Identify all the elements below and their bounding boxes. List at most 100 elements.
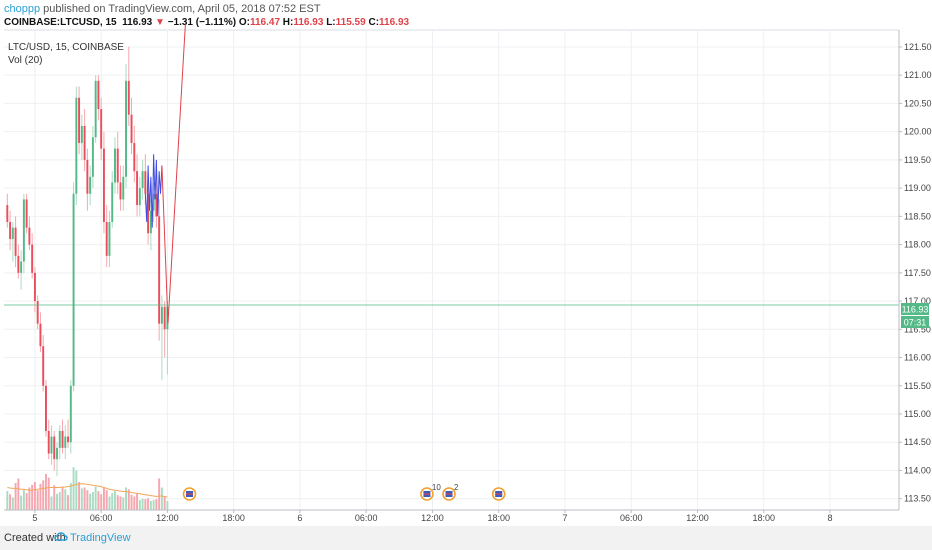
candle-body — [47, 430, 50, 454]
y-tick-label: 113.50 — [904, 494, 931, 504]
volume-bar — [64, 489, 67, 510]
candle-body — [138, 188, 141, 206]
y-tick-label: 119.50 — [904, 155, 931, 165]
candle-body — [58, 430, 61, 448]
volume-bar — [9, 494, 12, 510]
volume-bar — [39, 483, 42, 510]
volume-bar — [11, 497, 14, 510]
volume-bar — [28, 487, 31, 510]
x-tick-label: 12:00 — [156, 513, 179, 523]
volume-bar — [83, 487, 86, 510]
y-tick-label: 119.00 — [904, 183, 931, 193]
candle-body — [11, 227, 14, 239]
volume-bar — [166, 501, 169, 510]
grid-lines — [4, 29, 899, 510]
x-tick-label: 06:00 — [620, 513, 643, 523]
volume-bar — [133, 496, 136, 510]
candle-body — [100, 109, 103, 149]
legend-volume: Vol (20) — [8, 55, 43, 66]
candle-body — [33, 272, 36, 302]
volume-bar — [78, 482, 81, 510]
volume-bar — [155, 499, 158, 510]
candle-body — [160, 306, 163, 324]
candle-body — [6, 205, 9, 222]
x-tick-label: 12:00 — [686, 513, 709, 523]
y-tick-label: 117.50 — [904, 268, 931, 278]
candle-series — [6, 46, 169, 477]
candle-body — [28, 227, 31, 245]
price-axis[interactable]: 113.50 114.00 114.50 115.00 115.50 116.00 116.… — [898, 30, 932, 510]
candle-body — [136, 171, 139, 206]
volume-bar — [122, 497, 125, 510]
x-tick-label: 18:00 — [487, 513, 510, 523]
volume-bar — [50, 496, 53, 510]
event-markers[interactable]: 10 2 — [182, 483, 506, 501]
candle-body — [64, 436, 67, 448]
x-tick-label: 5 — [32, 513, 37, 523]
volume-bar — [80, 488, 83, 510]
volume-bar — [105, 490, 108, 510]
candle-body — [158, 216, 161, 324]
candle-body — [125, 80, 127, 177]
candle-body — [94, 80, 97, 138]
candle-body — [141, 171, 144, 189]
volume-bar — [69, 483, 72, 510]
x-tick-label: 7 — [562, 513, 567, 523]
volume-bar — [116, 495, 119, 510]
tradingview-cloud-icon — [54, 532, 68, 541]
candle-body — [50, 436, 53, 454]
volume-bar — [75, 470, 78, 510]
candle-body — [144, 171, 147, 194]
candle-body — [17, 255, 20, 273]
volume-bar — [22, 489, 25, 510]
volume-bar — [56, 493, 58, 510]
x-tick-label: 06:00 — [90, 513, 113, 523]
price-chart[interactable]: 10 2 113.50 114.00 114.50 115.00 115.50 116.00… — [0, 0, 932, 526]
volume-bar — [42, 480, 45, 510]
y-tick-label: 121.00 — [904, 70, 932, 80]
candle-body — [102, 148, 105, 222]
volume-bar — [108, 496, 111, 510]
x-tick-label: 8 — [827, 513, 832, 523]
chart-legend: LTC/USD, 15, COINBASE Vol (20) — [8, 41, 124, 67]
volume-bar — [136, 493, 139, 510]
candle-body — [31, 244, 34, 273]
candle-body — [130, 114, 133, 143]
volume-bar — [58, 492, 61, 510]
volume-bar — [20, 495, 23, 510]
candle-body — [42, 346, 45, 386]
legend-symbol: LTC/USD, 15, COINBASE — [8, 42, 124, 53]
candle-body — [108, 222, 111, 256]
volume-bar — [6, 491, 9, 510]
candle-body — [111, 182, 114, 222]
volume-bar — [141, 498, 144, 510]
volume-bar — [158, 478, 161, 510]
footer-brand-link[interactable]: TradingView — [70, 532, 131, 544]
axis-price-labels: 116.93 07:31 — [901, 303, 929, 328]
candle-body — [20, 261, 23, 273]
volume-bar — [91, 492, 94, 510]
volume-bar — [144, 499, 147, 510]
volume-bar — [125, 487, 127, 510]
candle-body — [36, 301, 39, 324]
candle-body — [75, 97, 78, 194]
volume-bar — [33, 482, 36, 510]
time-axis[interactable]: 5 06:00 12:00 18:00 6 06:00 12:00 18:00 7 06:00 12… — [4, 509, 899, 523]
countdown-label: 07:31 — [904, 318, 927, 328]
x-tick-label: 18:00 — [222, 513, 245, 523]
volume-bar — [72, 467, 75, 510]
y-tick-label: 114.00 — [904, 465, 931, 475]
candle-body — [119, 182, 122, 200]
candle-body — [89, 176, 92, 194]
drawing-lines[interactable] — [4, 24, 899, 324]
volume-bar — [86, 490, 89, 510]
candle-body — [78, 97, 81, 143]
candle-body — [116, 148, 119, 183]
y-tick-label: 115.50 — [904, 381, 931, 391]
candle-body — [67, 436, 70, 443]
candle-body — [91, 137, 94, 177]
candle-body — [97, 80, 100, 110]
volume-bar — [160, 487, 163, 510]
candle-body — [9, 222, 12, 239]
volume-bars — [6, 467, 169, 510]
